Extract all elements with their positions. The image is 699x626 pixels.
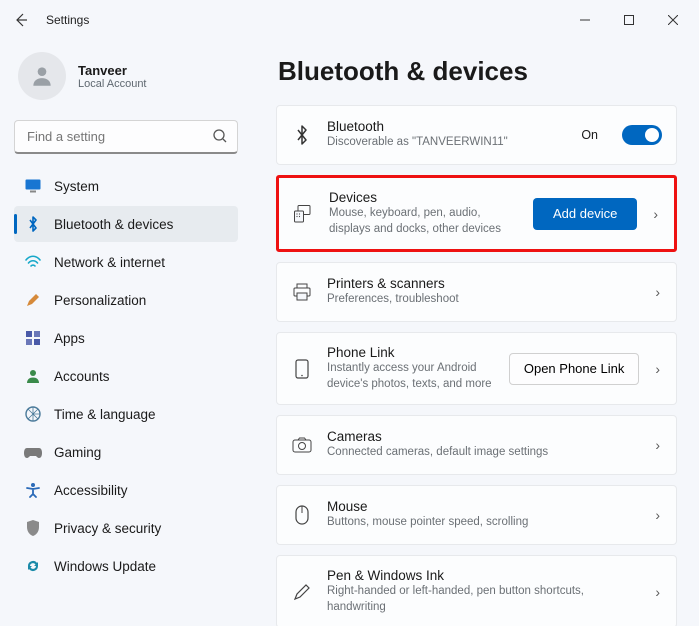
nav-label: Network & internet: [54, 255, 165, 270]
devices-highlight: Devices Mouse, keyboard, pen, audio, dis…: [276, 175, 677, 252]
chevron-right-icon: ›: [653, 507, 662, 523]
pen-card[interactable]: Pen & Windows Ink Right-handed or left-h…: [276, 555, 677, 626]
system-icon: [24, 177, 42, 195]
nav-label: Time & language: [54, 407, 156, 422]
bluetooth-state-label: On: [581, 128, 598, 142]
sidebar: Tanveer Local Account System Bluetooth &…: [0, 40, 252, 626]
bluetooth-card[interactable]: Bluetooth Discoverable as "TANVEERWIN11"…: [276, 105, 677, 165]
bluetooth-title: Bluetooth: [327, 119, 567, 134]
sidebar-item-accounts[interactable]: Accounts: [14, 358, 238, 394]
main-content: Bluetooth & devices Bluetooth Discoverab…: [252, 40, 699, 626]
sidebar-item-accessibility[interactable]: Accessibility: [14, 472, 238, 508]
avatar: [18, 52, 66, 100]
nav-list: System Bluetooth & devices Network & int…: [14, 168, 238, 584]
nav-label: Accessibility: [54, 483, 128, 498]
nav-label: System: [54, 179, 99, 194]
devices-title: Devices: [329, 190, 519, 205]
back-button[interactable]: [4, 3, 38, 37]
account-block[interactable]: Tanveer Local Account: [14, 48, 238, 116]
account-sub: Local Account: [78, 78, 147, 90]
personalization-icon: [24, 291, 42, 309]
cameras-card[interactable]: Cameras Connected cameras, default image…: [276, 415, 677, 475]
mouse-title: Mouse: [327, 499, 639, 514]
page-title: Bluetooth & devices: [278, 56, 677, 87]
gaming-icon: [24, 443, 42, 461]
bluetooth-icon: [291, 125, 313, 145]
network-icon: [24, 253, 42, 271]
nav-label: Accounts: [54, 369, 110, 384]
bluetooth-sub: Discoverable as "TANVEERWIN11": [327, 135, 567, 151]
phone-sub: Instantly access your Android device's p…: [327, 361, 495, 392]
minimize-button[interactable]: [563, 4, 607, 36]
time-icon: [24, 405, 42, 423]
chevron-right-icon: ›: [653, 284, 662, 300]
apps-icon: [24, 329, 42, 347]
nav-label: Personalization: [54, 293, 146, 308]
mouse-sub: Buttons, mouse pointer speed, scrolling: [327, 515, 639, 531]
chevron-right-icon: ›: [653, 584, 662, 600]
sidebar-item-network[interactable]: Network & internet: [14, 244, 238, 280]
devices-card[interactable]: Devices Mouse, keyboard, pen, audio, dis…: [279, 178, 674, 249]
bluetooth-toggle[interactable]: [622, 125, 662, 145]
sidebar-item-apps[interactable]: Apps: [14, 320, 238, 356]
chevron-right-icon: ›: [653, 361, 662, 377]
cameras-sub: Connected cameras, default image setting…: [327, 445, 639, 461]
update-icon: [24, 557, 42, 575]
nav-label: Privacy & security: [54, 521, 161, 536]
open-phone-link-button[interactable]: Open Phone Link: [509, 353, 639, 385]
maximize-button[interactable]: [607, 4, 651, 36]
sidebar-item-gaming[interactable]: Gaming: [14, 434, 238, 470]
phone-icon: [291, 359, 313, 379]
phone-title: Phone Link: [327, 345, 495, 360]
mouse-card[interactable]: Mouse Buttons, mouse pointer speed, scro…: [276, 485, 677, 545]
printers-card[interactable]: Printers & scanners Preferences, trouble…: [276, 262, 677, 322]
window-title: Settings: [46, 13, 89, 27]
pen-icon: [291, 583, 313, 601]
pen-sub: Right-handed or left-handed, pen button …: [327, 584, 639, 615]
search-icon: [212, 128, 228, 149]
nav-label: Windows Update: [54, 559, 156, 574]
bluetooth-icon: [24, 215, 42, 233]
devices-sub: Mouse, keyboard, pen, audio, displays an…: [329, 206, 519, 237]
printer-icon: [291, 283, 313, 301]
sidebar-item-bluetooth-devices[interactable]: Bluetooth & devices: [14, 206, 238, 242]
printers-sub: Preferences, troubleshoot: [327, 292, 639, 308]
search-input[interactable]: [14, 120, 238, 154]
search-box: [14, 120, 238, 154]
titlebar: Settings: [0, 0, 699, 40]
add-device-button[interactable]: Add device: [533, 198, 637, 230]
sidebar-item-time-language[interactable]: Time & language: [14, 396, 238, 432]
accessibility-icon: [24, 481, 42, 499]
close-button[interactable]: [651, 4, 695, 36]
sidebar-item-system[interactable]: System: [14, 168, 238, 204]
camera-icon: [291, 437, 313, 453]
sidebar-item-privacy[interactable]: Privacy & security: [14, 510, 238, 546]
chevron-right-icon: ›: [651, 206, 660, 222]
nav-label: Bluetooth & devices: [54, 217, 173, 232]
chevron-right-icon: ›: [653, 437, 662, 453]
sidebar-item-windows-update[interactable]: Windows Update: [14, 548, 238, 584]
accounts-icon: [24, 367, 42, 385]
devices-icon: [293, 205, 315, 223]
mouse-icon: [291, 505, 313, 525]
pen-title: Pen & Windows Ink: [327, 568, 639, 583]
nav-label: Apps: [54, 331, 85, 346]
phone-link-card[interactable]: Phone Link Instantly access your Android…: [276, 332, 677, 405]
cameras-title: Cameras: [327, 429, 639, 444]
printers-title: Printers & scanners: [327, 276, 639, 291]
account-name: Tanveer: [78, 63, 147, 78]
privacy-icon: [24, 519, 42, 537]
nav-label: Gaming: [54, 445, 101, 460]
sidebar-item-personalization[interactable]: Personalization: [14, 282, 238, 318]
